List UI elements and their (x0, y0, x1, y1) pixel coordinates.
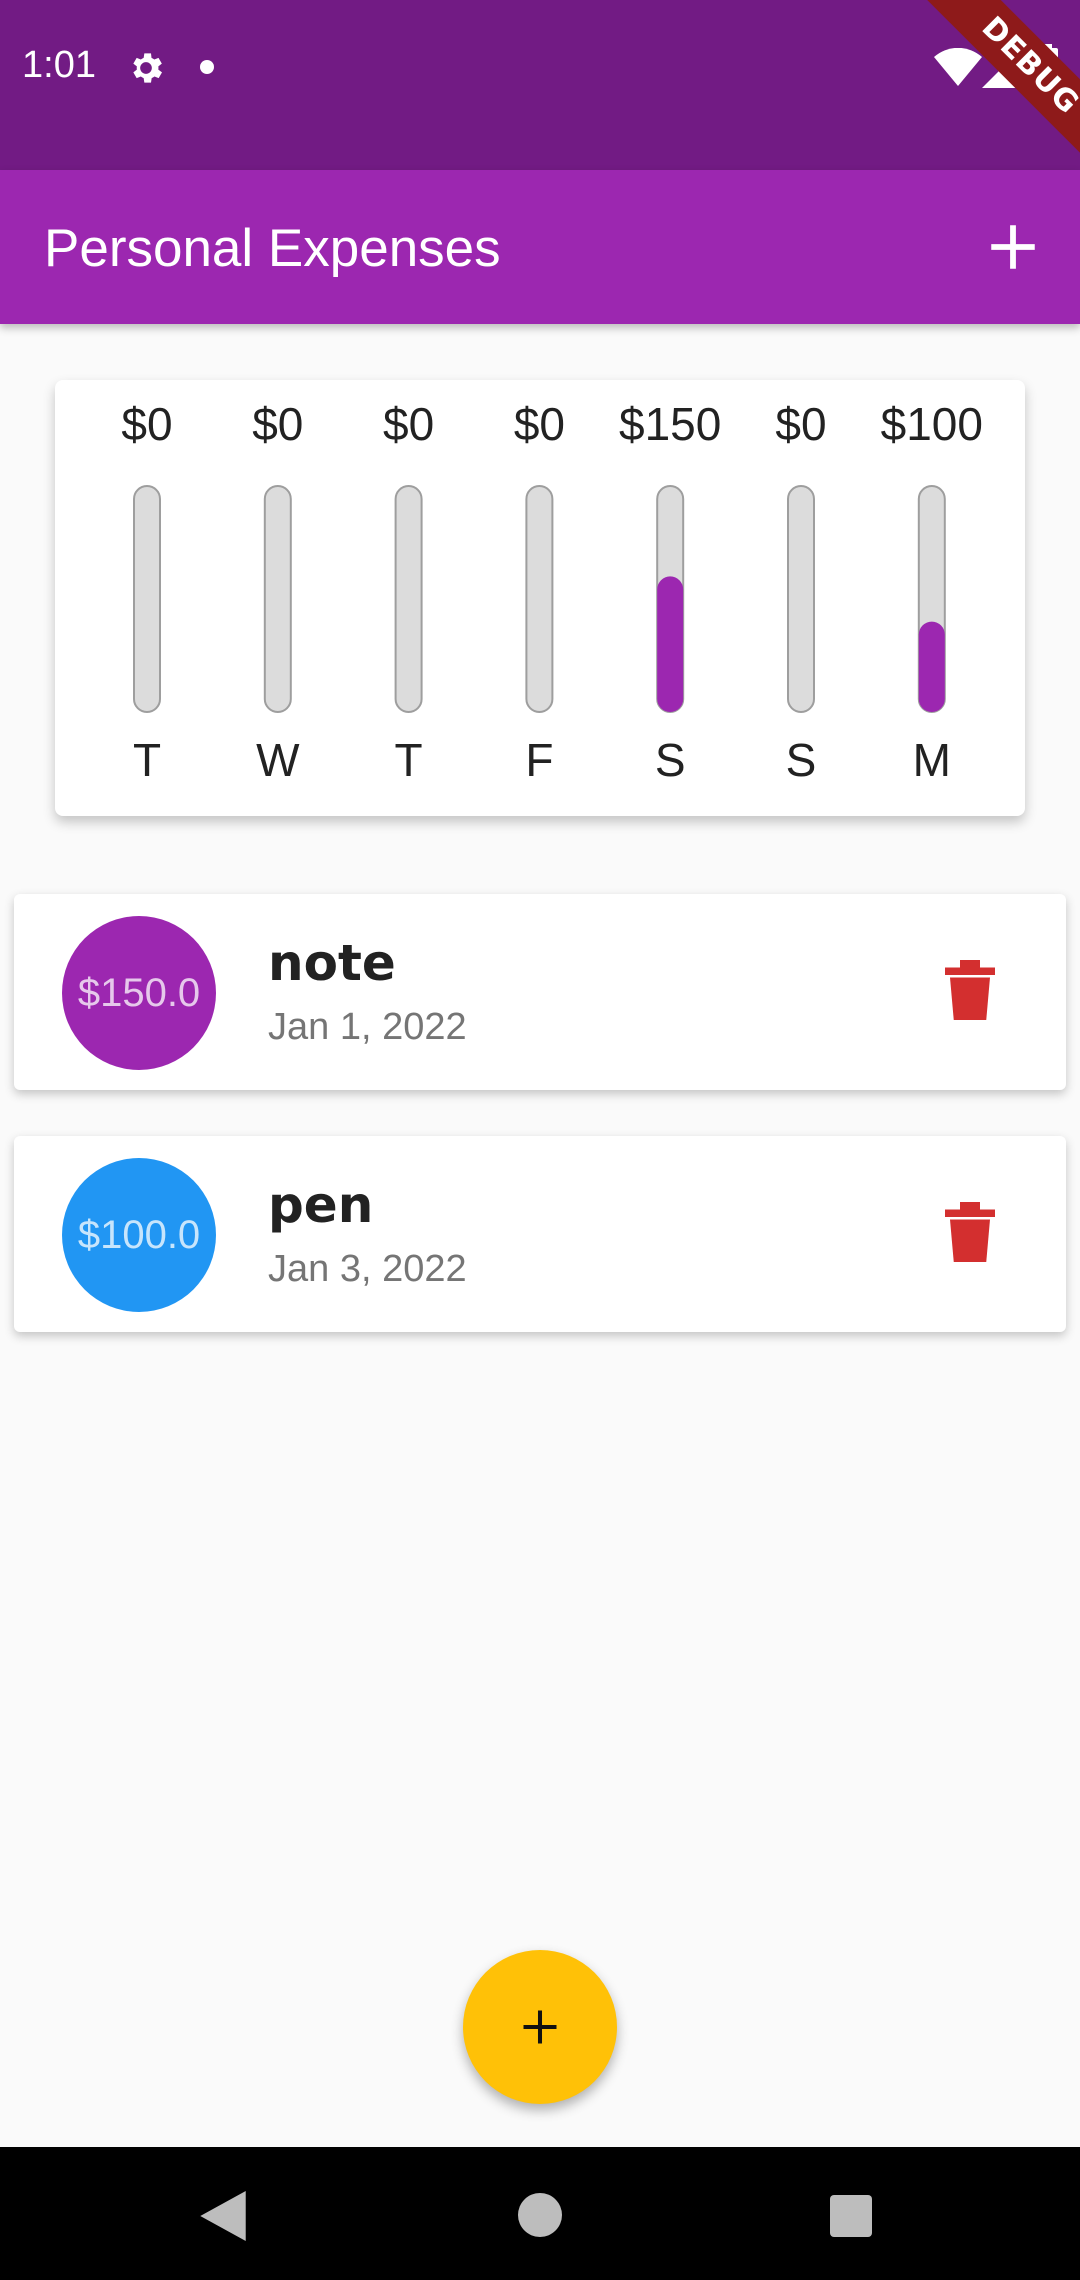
gear-icon (133, 53, 162, 83)
app-bar: Personal Expenses (0, 170, 1080, 324)
back-icon[interactable] (200, 2191, 246, 2241)
bar-value-label: $0 (514, 398, 565, 450)
bar-day-label: S (655, 734, 686, 786)
dot-icon (200, 60, 214, 74)
trash-icon[interactable] (944, 960, 996, 1020)
navigation-bar (0, 2147, 1080, 2280)
amount-avatar: $100.0 (62, 1158, 216, 1312)
add-transaction-fab[interactable] (463, 1950, 617, 2104)
trash-icon[interactable] (944, 1202, 996, 1262)
bar-value-label: $0 (121, 398, 172, 450)
bar-track (133, 485, 161, 713)
bar-value-label: $0 (383, 398, 434, 450)
bar-day-label: M (913, 734, 951, 786)
transaction-title: pen (268, 1176, 374, 1234)
amount-label: $150.0 (77, 970, 201, 1015)
transaction-card: $100.0 pen Jan 3, 2022 (14, 1136, 1066, 1332)
bar-value-label: $100 (881, 398, 983, 450)
status-time: 1:01 (22, 44, 96, 86)
transaction-title: note (268, 934, 396, 992)
bar-value-label: $0 (775, 398, 826, 450)
bar-fill (657, 576, 684, 712)
amount-avatar: $150.0 (62, 916, 216, 1070)
weekly-bar-chart: $0 T $0 W $0 T $0 F $150 S $0 S $100 M (121, 398, 983, 786)
bar-track (525, 485, 554, 713)
bar-day-label: W (256, 734, 300, 786)
bar-day-label: T (395, 734, 423, 786)
bar-track (787, 485, 815, 713)
bar-day-label: F (525, 734, 553, 786)
recents-icon[interactable] (830, 2195, 872, 2237)
bar-day-label: S (786, 734, 817, 786)
bar-value-label: $150 (619, 398, 721, 450)
transaction-card: $150.0 note Jan 1, 2022 (14, 894, 1066, 1090)
amount-label: $100.0 (77, 1212, 201, 1257)
wifi-icon (934, 48, 982, 86)
bar-track (394, 485, 423, 713)
plus-icon (523, 2010, 557, 2044)
bar-track (263, 485, 292, 713)
app-title: Personal Expenses (44, 219, 501, 278)
home-icon[interactable] (518, 2193, 562, 2237)
transaction-date: Jan 3, 2022 (268, 1248, 467, 1290)
bar-day-label: T (133, 734, 161, 786)
bar-value-label: $0 (252, 398, 303, 450)
transaction-date: Jan 1, 2022 (268, 1006, 467, 1048)
status-bar: 1:01 DEBUG (0, 0, 1080, 170)
bar-fill (918, 621, 945, 712)
weekly-chart-card: $0 T $0 W $0 T $0 F $150 S $0 S $100 M (55, 380, 1025, 816)
plus-icon[interactable] (984, 218, 1042, 276)
